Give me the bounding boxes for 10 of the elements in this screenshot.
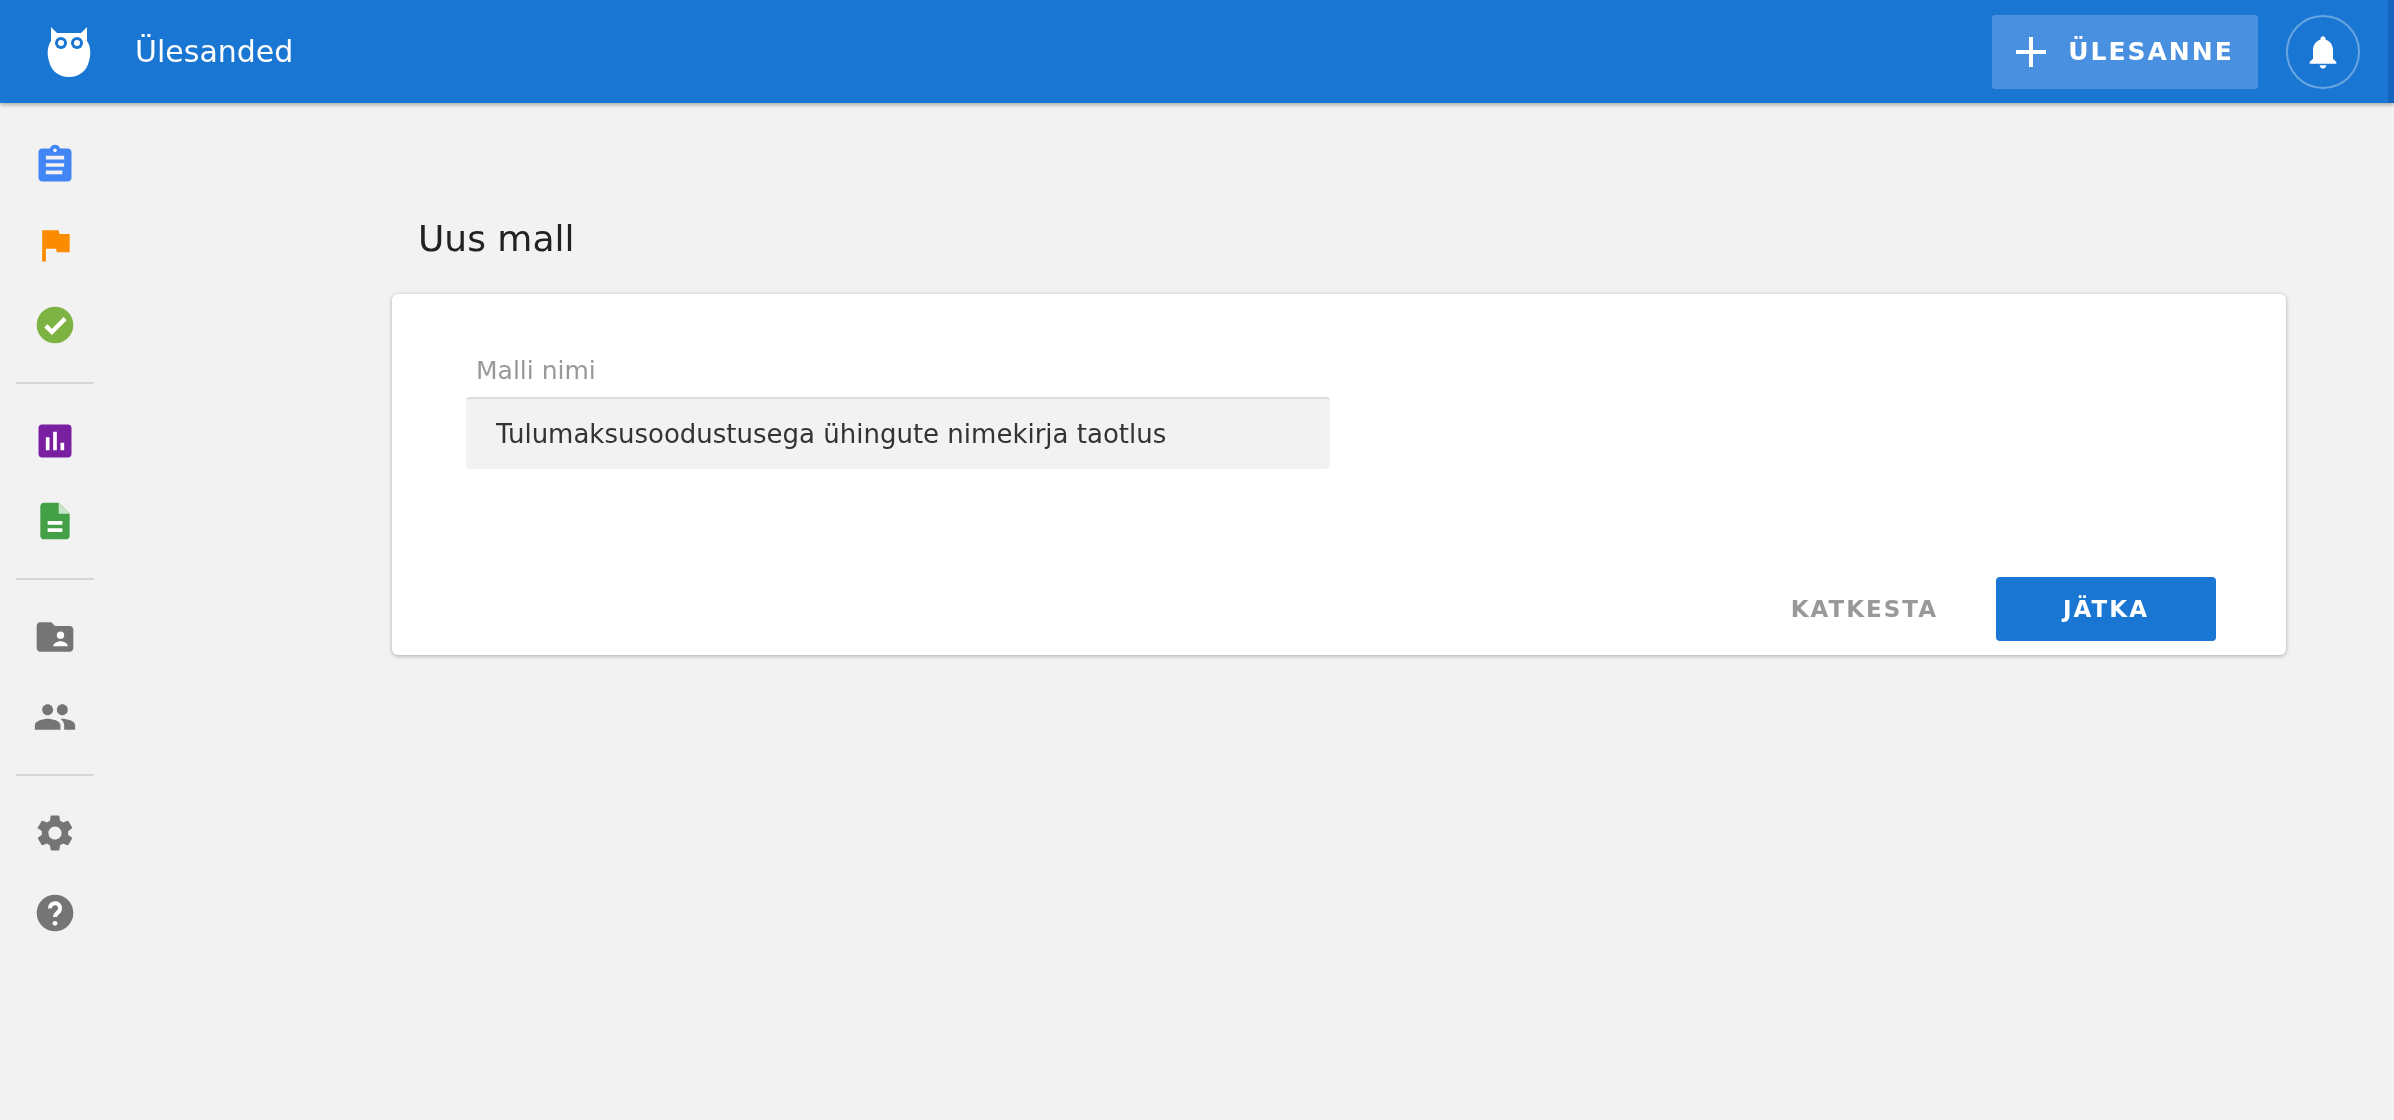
template-name-field[interactable]: Tulumaksusoodustusega ühingute nimekirja taotlus <box>466 397 1330 469</box>
continue-button[interactable]: JÄTKA <box>1996 577 2216 641</box>
cancel-button[interactable]: KATKESTA <box>1770 577 1958 641</box>
add-task-button[interactable]: ÜLESANNE <box>1992 14 2258 89</box>
field-label: Malli nimi <box>476 356 597 385</box>
owl-logo-icon <box>47 24 91 79</box>
plus-icon <box>2016 36 2047 67</box>
app-title: Ülesanded <box>135 34 295 69</box>
notifications-button[interactable] <box>2286 14 2360 89</box>
page-title: Uus mall <box>418 218 576 261</box>
